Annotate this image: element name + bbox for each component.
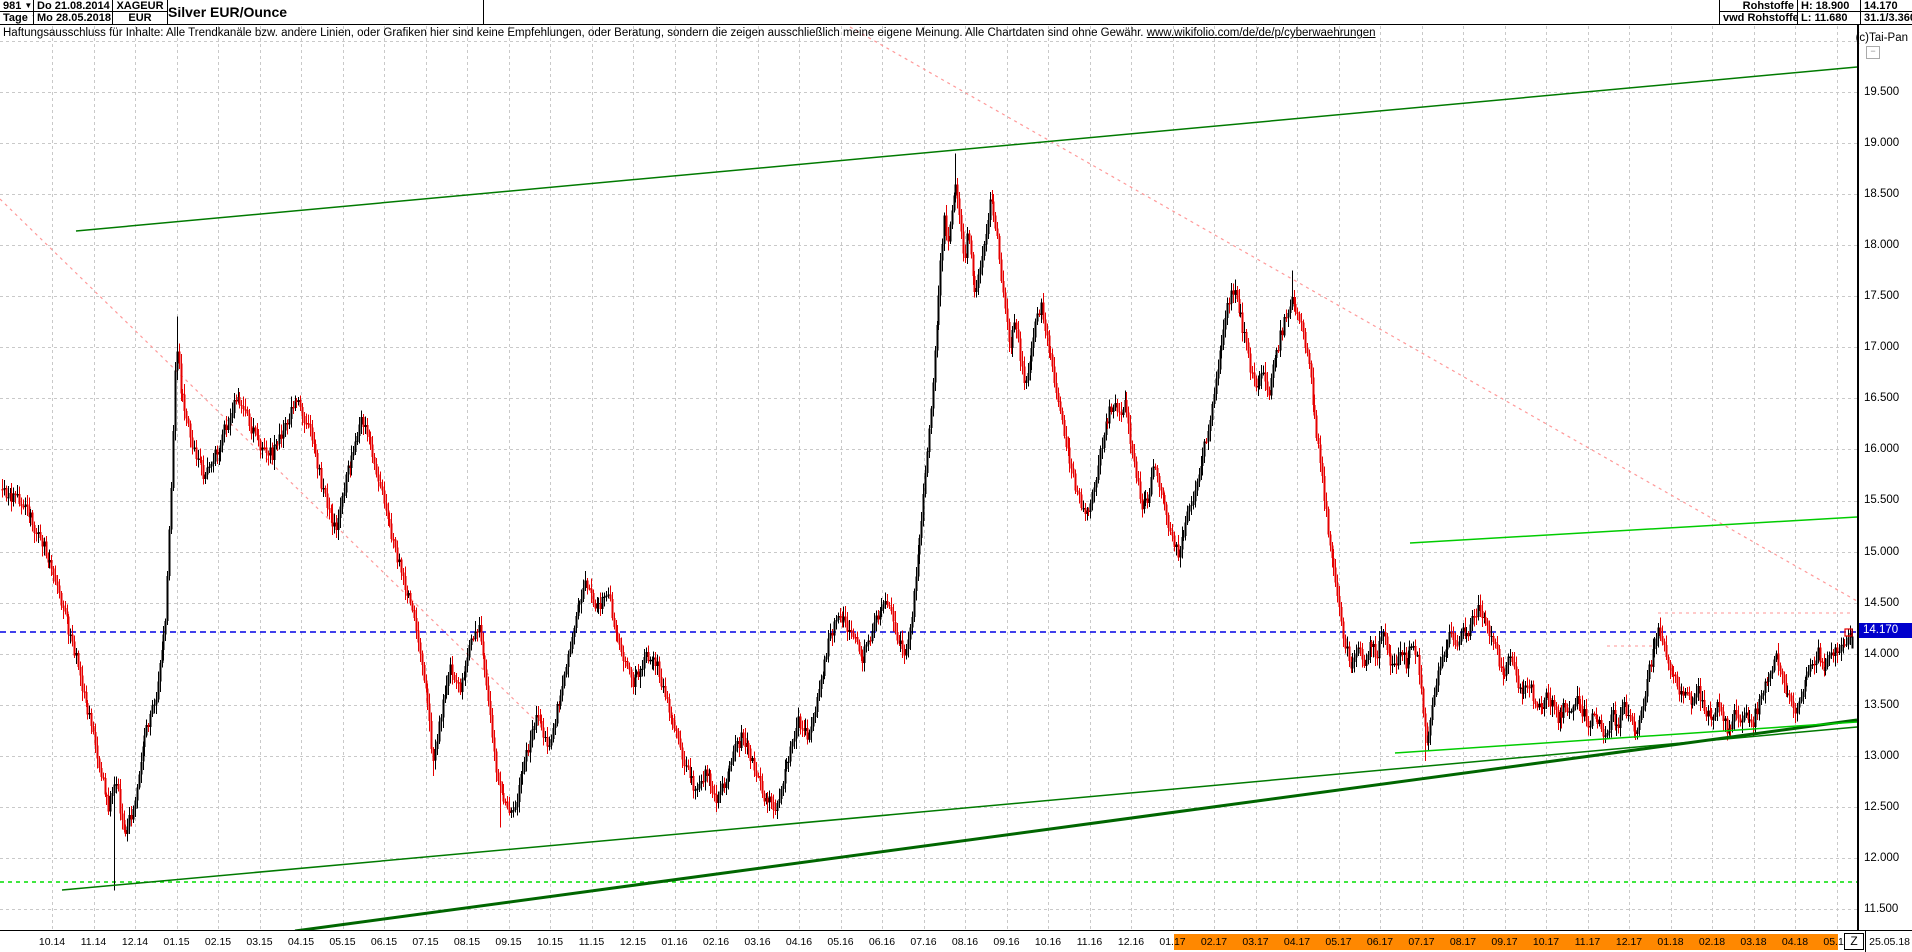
- x-tick-label: 02.15: [200, 936, 236, 948]
- x-tick-label: 10.17: [1528, 936, 1564, 948]
- x-tick-label: 08.17: [1445, 936, 1481, 948]
- x-tick-label: 11.16: [1072, 936, 1108, 948]
- x-tick-label: 07.17: [1404, 936, 1440, 948]
- disclaimer-text: Haftungsausschluss für Inhalte: Alle Tre…: [3, 27, 1376, 39]
- x-tick-label: 06.16: [864, 936, 900, 948]
- x-tick-label: 12.16: [1113, 936, 1149, 948]
- x-tick-label: 10.16: [1030, 936, 1066, 948]
- y-tick-label: 12.000: [1864, 852, 1899, 864]
- x-tick-label: 04.17: [1279, 936, 1315, 948]
- date-to[interactable]: Mo 28.05.2018: [34, 12, 113, 24]
- category-label: Rohstoffe: [1719, 0, 1797, 12]
- x-tick-label: 05.17: [1321, 936, 1357, 948]
- x-tick-label: 04.16: [781, 936, 817, 948]
- crash-resistance-light: [1410, 517, 1857, 543]
- wikifolio-link[interactable]: www.wikifolio.com/de/de/p/cyberwaehrunge…: [1147, 27, 1376, 39]
- x-tick-label: 02.16: [698, 936, 734, 948]
- y-axis: 19.500 19.000 18.500 18.000 17.500 17.000 16.5…: [1858, 24, 1912, 930]
- y-tick-label: 18.000: [1864, 239, 1899, 251]
- y-tick-label: 14.000: [1864, 648, 1899, 660]
- x-tick-label: 01.16: [657, 936, 693, 948]
- y-tick-label: 19.500: [1864, 86, 1899, 98]
- y-tick-label: 17.000: [1864, 341, 1899, 353]
- y-tick-label: 15.000: [1864, 546, 1899, 558]
- x-tick-label: 03.16: [740, 936, 776, 948]
- date-from[interactable]: Do 21.08.2014: [34, 0, 113, 12]
- x-tick-label: 03.17: [1238, 936, 1274, 948]
- y-tick-label: 17.500: [1864, 290, 1899, 302]
- zoom-marker-button[interactable]: Z: [1844, 933, 1864, 950]
- x-tick-label: 02.17: [1196, 936, 1232, 948]
- x-tick-label: 01.15: [159, 936, 195, 948]
- x-tick-label: 05.16: [823, 936, 859, 948]
- x-tick-label: 08.15: [449, 936, 485, 948]
- x-tick-label: 09.15: [491, 936, 527, 948]
- candlesticks: [2, 153, 1854, 890]
- y-tick-label: 12.500: [1864, 801, 1899, 813]
- extra-value: 31.1/3.360: [1860, 12, 1912, 24]
- x-tick-label: 09.16: [989, 936, 1025, 948]
- y-tick-label: 14.500: [1864, 597, 1899, 609]
- chevron-down-icon: ▼: [24, 1, 32, 10]
- collapse-icon[interactable]: −: [1866, 46, 1880, 59]
- y-tick-label: 15.500: [1864, 494, 1899, 506]
- current-price-tag: 14.170: [1859, 623, 1912, 638]
- x-tick-label: 12.17: [1611, 936, 1647, 948]
- x-tick-label: 10.14: [34, 936, 70, 948]
- last-date-label: 25.05.18: [1866, 936, 1910, 948]
- y-tick-label: 16.500: [1864, 392, 1899, 404]
- x-tick-label: 05.15: [325, 936, 361, 948]
- h-gridlines: [0, 42, 1857, 910]
- x-tick-label: 11.17: [1570, 936, 1606, 948]
- symbol-label: XAGEUR: [113, 0, 168, 12]
- y-tick-label: 16.000: [1864, 443, 1899, 455]
- x-tick-label: 11.15: [574, 936, 610, 948]
- x-tick-label: 06.17: [1362, 936, 1398, 948]
- taipan-watermark: (c)Tai-Pan: [1856, 32, 1908, 44]
- x-tick-label: 11.14: [76, 936, 112, 948]
- y-tick-label: 13.000: [1864, 750, 1899, 762]
- period-low: L: 11.680: [1797, 12, 1860, 24]
- x-tick-label: 06.15: [366, 936, 402, 948]
- currency-label: EUR: [113, 12, 168, 24]
- taipan-chart-window: 981 ▼ Tage ▼ Do 21.08.2014 Mo 28.05.2018…: [0, 0, 1912, 952]
- x-tick-label: 02.18: [1694, 936, 1730, 948]
- y-tick-label: 19.000: [1864, 137, 1899, 149]
- bars-count-dropdown[interactable]: 981 ▼: [0, 0, 34, 12]
- x-tick-label: 10.15: [532, 936, 568, 948]
- x-tick-label: 01.17: [1155, 936, 1191, 948]
- x-tick-label: 12.15: [615, 936, 651, 948]
- lower-channel-support: [62, 727, 1857, 890]
- y-tick-label: 13.500: [1864, 699, 1899, 711]
- x-tick-label: 01.18: [1653, 936, 1689, 948]
- x-tick-label: 04.18: [1777, 936, 1813, 948]
- x-axis: 10.14 11.14 12.14 01.15 02.15 03.15 04.15 05.15…: [0, 930, 1912, 952]
- y-tick-label: 18.500: [1864, 188, 1899, 200]
- x-tick-label: 07.15: [408, 936, 444, 948]
- x-tick-label: 04.15: [283, 936, 319, 948]
- x-tick-label: 12.14: [117, 936, 153, 948]
- price-chart-canvas[interactable]: [0, 0, 1912, 952]
- x-tick-label: 03.15: [242, 936, 278, 948]
- y-tick-label: 11.500: [1864, 903, 1898, 915]
- x-tick-label: 09.17: [1487, 936, 1523, 948]
- period-dropdown[interactable]: Tage ▼: [0, 12, 34, 24]
- source-label: vwd Rohstoffe: [1719, 12, 1797, 24]
- page-title: Silver EUR/Ounce: [168, 0, 484, 24]
- chart-header: 981 ▼ Tage ▼ Do 21.08.2014 Mo 28.05.2018…: [0, 0, 1912, 25]
- period-high: H: 18.900: [1797, 0, 1860, 12]
- x-tick-label: 03.18: [1736, 936, 1772, 948]
- x-tick-label: 08.16: [947, 936, 983, 948]
- last-price: 14.170: [1860, 0, 1912, 12]
- x-tick-label: 07.16: [906, 936, 942, 948]
